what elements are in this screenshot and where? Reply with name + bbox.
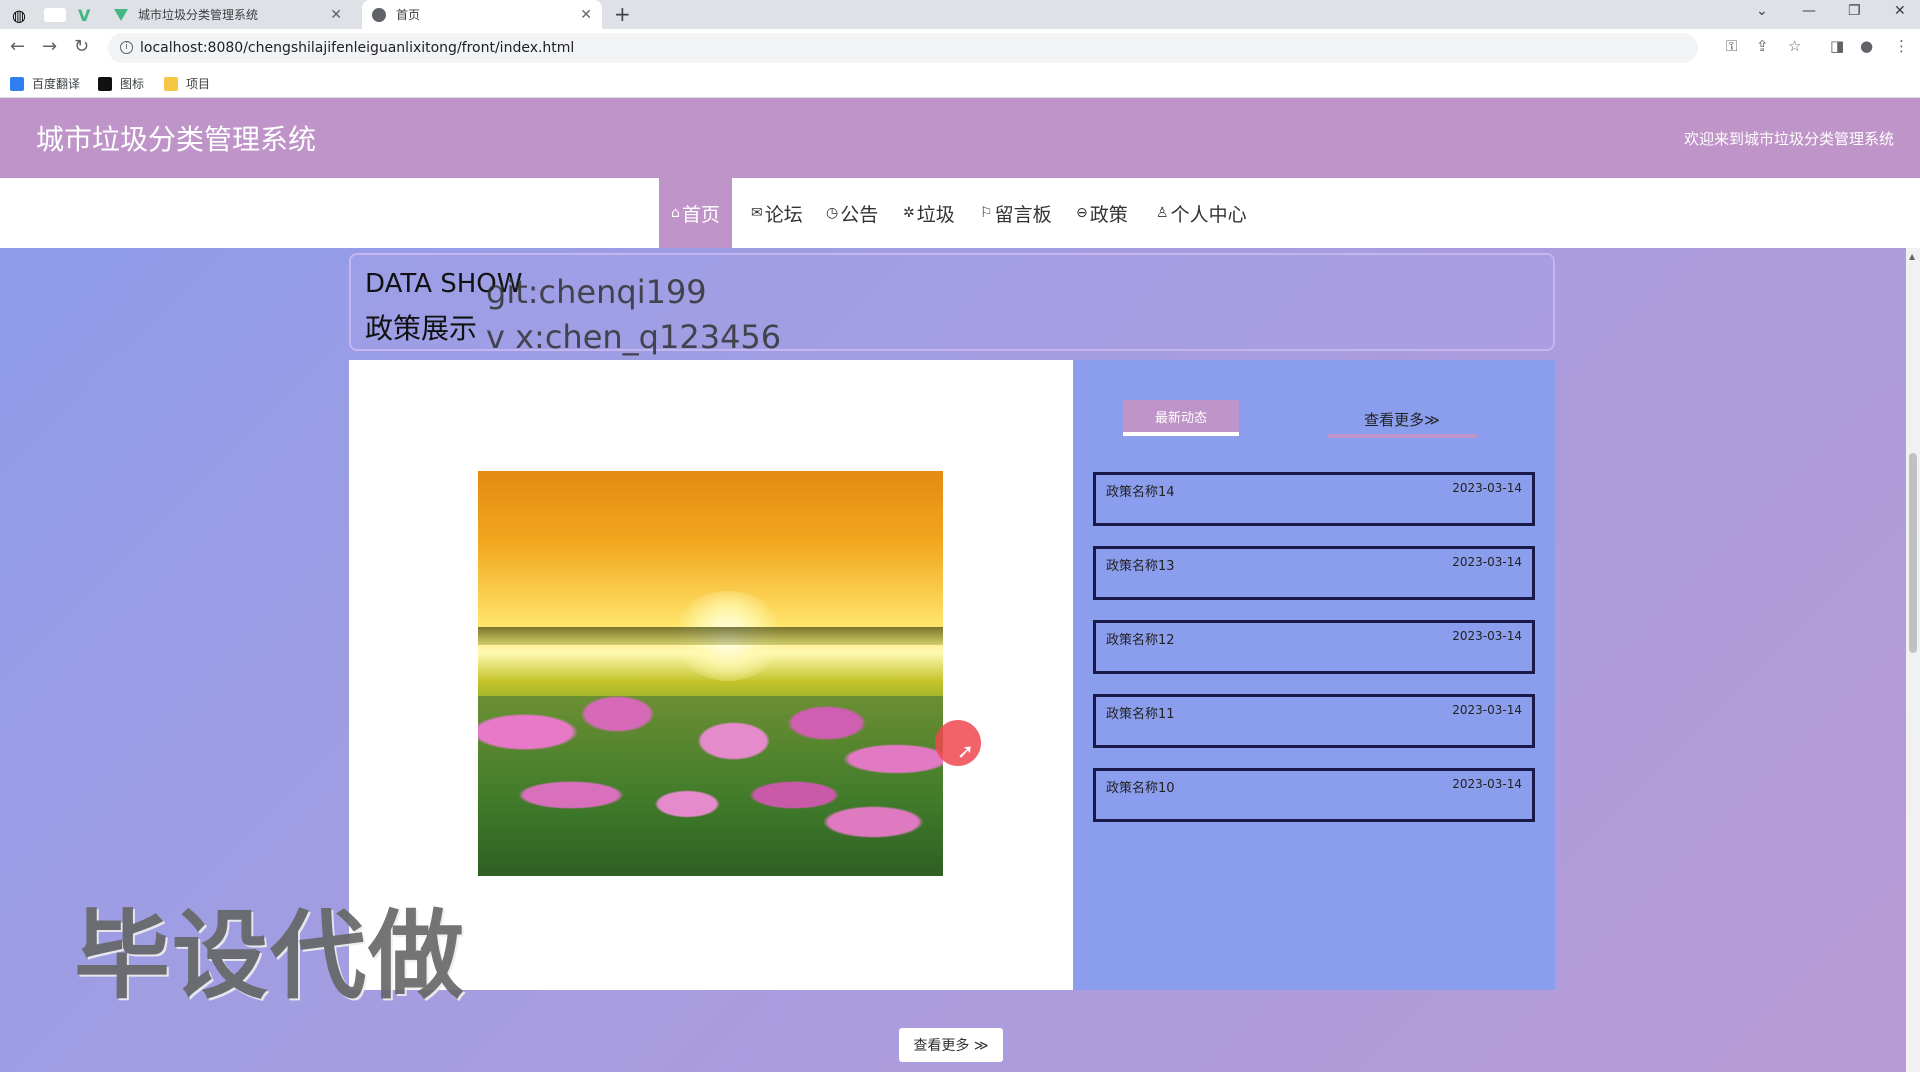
policy-image[interactable] — [478, 471, 943, 876]
key-icon[interactable]: ⚿ — [1726, 37, 1737, 55]
info-icon[interactable]: i — [120, 41, 133, 54]
gear-icon: ✲ — [903, 205, 915, 221]
folder-icon — [164, 76, 178, 91]
news-item-name: 政策名称14 — [1106, 485, 1175, 500]
nav-label: 个人中心 — [1170, 203, 1247, 226]
news-item-name: 政策名称11 — [1106, 707, 1175, 722]
profile-icon[interactable]: ● — [1860, 37, 1873, 55]
side-panel-icon[interactable]: ◨ — [1830, 37, 1844, 55]
vue-logo-icon[interactable]: V — [78, 6, 96, 25]
nav-label: 首页 — [681, 203, 720, 226]
cursor-icon: ➚ — [957, 739, 974, 763]
news-item-name: 政策名称10 — [1106, 781, 1175, 796]
bookmark-label: 图标 — [120, 77, 145, 91]
mail-icon: ✉ — [751, 205, 763, 221]
nav-forum[interactable]: ✉ 论坛 — [751, 178, 803, 248]
news-item-date: 2023-03-14 — [1452, 555, 1522, 569]
treeline — [478, 627, 943, 645]
translate-icon — [10, 76, 24, 91]
welcome-text: 欢迎来到城市垃圾分类管理系统 — [1683, 130, 1894, 148]
watermark-wechat: v x:chen_q123456 — [486, 318, 782, 356]
flag-icon: ⚐ — [980, 205, 993, 221]
forward-button[interactable]: → — [42, 36, 57, 57]
nav-personal-center[interactable]: ♙ 个人中心 — [1156, 178, 1247, 248]
bookmark-label: 百度翻译 — [32, 77, 81, 91]
site-title: 城市垃圾分类管理系统 — [36, 123, 317, 156]
news-item[interactable]: 政策名称11 2023-03-14 — [1093, 694, 1535, 748]
tab-label: 城市垃圾分类管理系统 — [138, 8, 259, 22]
news-item-name: 政策名称12 — [1106, 633, 1175, 648]
watermark-git: git:chenqi199 — [486, 273, 707, 311]
restore-button[interactable]: ❐ — [1848, 3, 1861, 19]
news-item[interactable]: 政策名称10 2023-03-14 — [1093, 768, 1535, 822]
reload-button[interactable]: ↻ — [74, 36, 89, 57]
nav-notice[interactable]: ◷ 公告 — [826, 178, 878, 248]
news-item-date: 2023-03-14 — [1452, 777, 1522, 791]
nav-label: 论坛 — [764, 203, 803, 226]
image-icon — [98, 76, 112, 91]
news-item-name: 政策名称13 — [1106, 559, 1175, 574]
menu-icon[interactable]: ⋮ — [1894, 37, 1909, 55]
watermark-big: 毕设代做 — [74, 900, 466, 1012]
back-button[interactable]: ← — [10, 36, 25, 57]
close-icon[interactable]: ✕ — [330, 7, 342, 23]
bookmarks-bar: 百度翻译 图标 项目 — [0, 68, 1920, 98]
view-more-link[interactable]: 查看更多≫ — [1327, 404, 1477, 438]
user-icon: ♙ — [1156, 205, 1169, 221]
nav-policy[interactable]: ⊖ 政策 — [1076, 178, 1128, 248]
bookmark-item[interactable]: 百度翻译 — [10, 75, 80, 92]
news-panel: 最新动态 查看更多≫ 政策名称14 2023-03-14 政策名称13 2023… — [1073, 360, 1555, 990]
star-icon[interactable]: ☆ — [1788, 37, 1801, 55]
minimize-button[interactable]: — — [1802, 3, 1816, 19]
news-item[interactable]: 政策名称12 2023-03-14 — [1093, 620, 1535, 674]
latest-news-tab[interactable]: 最新动态 — [1123, 400, 1239, 436]
browser-tab-bar: ◍ V 城市垃圾分类管理系统 ✕ 首页 ✕ + ⌄ — ❐ ✕ — [0, 0, 1920, 29]
tab-system[interactable]: 城市垃圾分类管理系统 ✕ — [102, 0, 352, 29]
globe-icon[interactable]: ◍ — [12, 6, 30, 25]
nav-garbage[interactable]: ✲ 垃圾 — [903, 178, 955, 248]
tab-home[interactable]: 首页 ✕ — [362, 0, 602, 29]
flower-field — [478, 696, 943, 876]
new-tab-button[interactable]: + — [614, 2, 631, 26]
news-item-date: 2023-03-14 — [1452, 703, 1522, 717]
bookmark-item[interactable]: 图标 — [98, 75, 144, 92]
bookmark-folder[interactable]: 项目 — [164, 75, 210, 92]
news-item-date: 2023-03-14 — [1452, 481, 1522, 495]
page-scrollbar[interactable]: ▲ — [1906, 248, 1920, 1072]
home-icon: ⌂ — [671, 205, 680, 221]
close-window-button[interactable]: ✕ — [1894, 3, 1906, 19]
tab-label: 首页 — [396, 8, 421, 22]
blank-tab-icon[interactable] — [44, 8, 66, 22]
news-item-date: 2023-03-14 — [1452, 629, 1522, 643]
minus-circle-icon: ⊖ — [1076, 205, 1088, 221]
scroll-thumb[interactable] — [1909, 453, 1917, 653]
vue-logo-icon — [114, 8, 128, 21]
url-text: localhost:8080/chengshilajifenleiguanlix… — [140, 40, 575, 56]
close-icon[interactable]: ✕ — [580, 7, 592, 23]
section-title-cn: 政策展示 — [365, 312, 478, 345]
nav-label: 政策 — [1089, 203, 1128, 226]
nav-home[interactable]: ⌂ 首页 — [659, 178, 732, 248]
scroll-up-icon[interactable]: ▲ — [1909, 252, 1915, 261]
clock-icon: ◷ — [826, 205, 839, 221]
nav-label: 留言板 — [994, 203, 1052, 226]
page: 城市垃圾分类管理系统 欢迎来到城市垃圾分类管理系统 ⌂ 首页 ✉ 论坛 ◷ 公告… — [0, 98, 1920, 1072]
main-nav: ⌂ 首页 ✉ 论坛 ◷ 公告 ✲ 垃圾 ⚐ 留言板 ⊖ 政策 ♙ 个人中心 — [0, 178, 1920, 248]
news-item[interactable]: 政策名称13 2023-03-14 — [1093, 546, 1535, 600]
nav-label: 垃圾 — [916, 203, 955, 226]
site-header: 城市垃圾分类管理系统 欢迎来到城市垃圾分类管理系统 — [0, 98, 1920, 178]
bookmark-label: 项目 — [186, 77, 211, 91]
news-item[interactable]: 政策名称14 2023-03-14 — [1093, 472, 1535, 526]
url-input[interactable]: i localhost:8080/chengshilajifenleiguanl… — [108, 33, 1698, 63]
globe-icon — [372, 7, 386, 22]
nav-message-board[interactable]: ⚐ 留言板 — [980, 178, 1052, 248]
share-icon[interactable]: ⇪ — [1756, 37, 1769, 55]
bottom-view-more-button[interactable]: 查看更多 ≫ — [899, 1028, 1003, 1062]
nav-label: 公告 — [840, 203, 879, 226]
tab-search-icon[interactable]: ⌄ — [1756, 3, 1768, 19]
